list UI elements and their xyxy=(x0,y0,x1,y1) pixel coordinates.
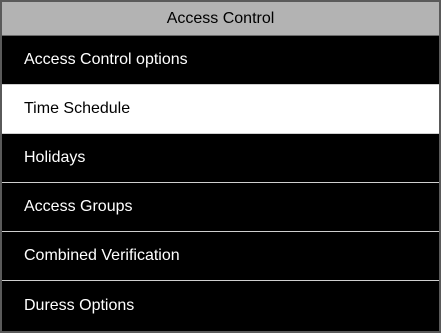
menu-item-holidays[interactable]: Holidays xyxy=(2,134,439,183)
menu-item-label: Access Control options xyxy=(24,51,188,68)
access-control-screen: Access Control Access Control options Ti… xyxy=(0,0,441,333)
menu-item-label: Time Schedule xyxy=(24,100,131,117)
menu-item-label: Duress Options xyxy=(24,296,135,314)
title-bar: Access Control xyxy=(2,2,439,36)
menu-item-time-schedule[interactable]: Time Schedule xyxy=(2,85,439,134)
menu-item-label: Combined Verification xyxy=(24,247,180,264)
menu-item-combined-verification[interactable]: Combined Verification xyxy=(2,232,439,281)
menu-item-label: Holidays xyxy=(24,149,86,166)
menu-item-label: Access Groups xyxy=(24,198,133,215)
menu-list: Access Control options Time Schedule Hol… xyxy=(2,36,439,330)
page-title: Access Control xyxy=(166,9,275,27)
menu-item-access-groups[interactable]: Access Groups xyxy=(2,183,439,232)
menu-item-access-control-options[interactable]: Access Control options xyxy=(2,36,439,85)
menu-item-duress-options[interactable]: Duress Options xyxy=(2,281,439,330)
